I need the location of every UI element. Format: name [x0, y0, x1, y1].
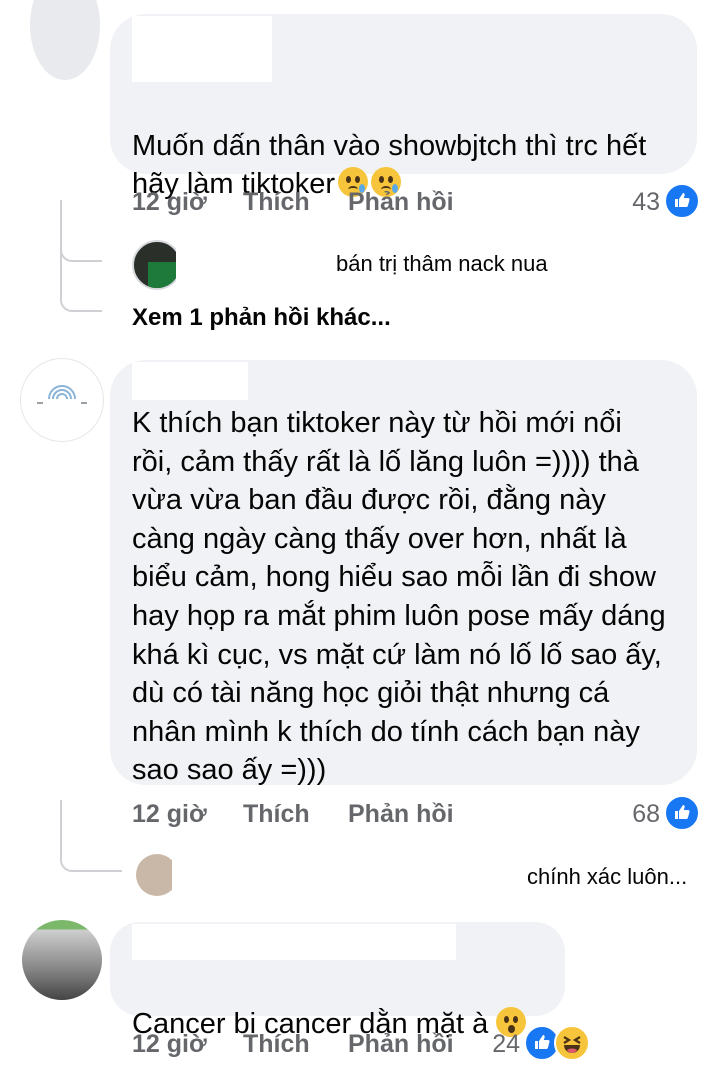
reaction-count[interactable]: 43: [600, 188, 660, 217]
avatar[interactable]: [30, 0, 100, 80]
redacted-name: [132, 924, 456, 960]
reaction-count[interactable]: 68: [600, 800, 660, 829]
comment-time[interactable]: 12 giờ: [132, 188, 207, 217]
comment-text: K thích bạn tiktoker này từ hồi mới nổi …: [132, 407, 666, 787]
like-reaction-icon: [664, 795, 700, 831]
haha-reaction-icon: [554, 1025, 590, 1061]
like-reaction-icon: [664, 183, 700, 219]
avatar[interactable]: [20, 358, 104, 442]
comment-time[interactable]: 12 giờ: [132, 1030, 207, 1059]
like-button[interactable]: Thích: [243, 800, 310, 829]
reply-button[interactable]: Phản hồi: [348, 800, 454, 829]
avatar[interactable]: [22, 920, 102, 1000]
reply-preview[interactable]: bán trị thâm nack nua: [336, 251, 548, 277]
like-button[interactable]: Thích: [243, 1030, 310, 1059]
redacted-name: [132, 16, 272, 82]
like-button[interactable]: Thích: [243, 188, 310, 217]
redacted-name: [132, 362, 248, 400]
thread-line-3: [60, 800, 122, 872]
redacted-reply-name: [176, 240, 331, 286]
view-more-replies-link[interactable]: Xem 1 phản hồi khác...: [132, 304, 391, 332]
reply-button[interactable]: Phản hồi: [348, 1030, 454, 1059]
reply-avatar[interactable]: [132, 240, 182, 290]
reply-preview[interactable]: chính xác luôn...: [527, 864, 687, 890]
redacted-reply-name: [172, 852, 502, 898]
reply-button[interactable]: Phản hồi: [348, 188, 454, 217]
thread-line-2: [60, 230, 102, 312]
reaction-count[interactable]: 24: [470, 1030, 520, 1059]
wifi-logo-icon: [37, 385, 87, 404]
comment-text: Muốn dấn thân vào showbjtch thì trc hết …: [132, 88, 692, 204]
comment-time[interactable]: 12 giờ: [132, 800, 207, 829]
